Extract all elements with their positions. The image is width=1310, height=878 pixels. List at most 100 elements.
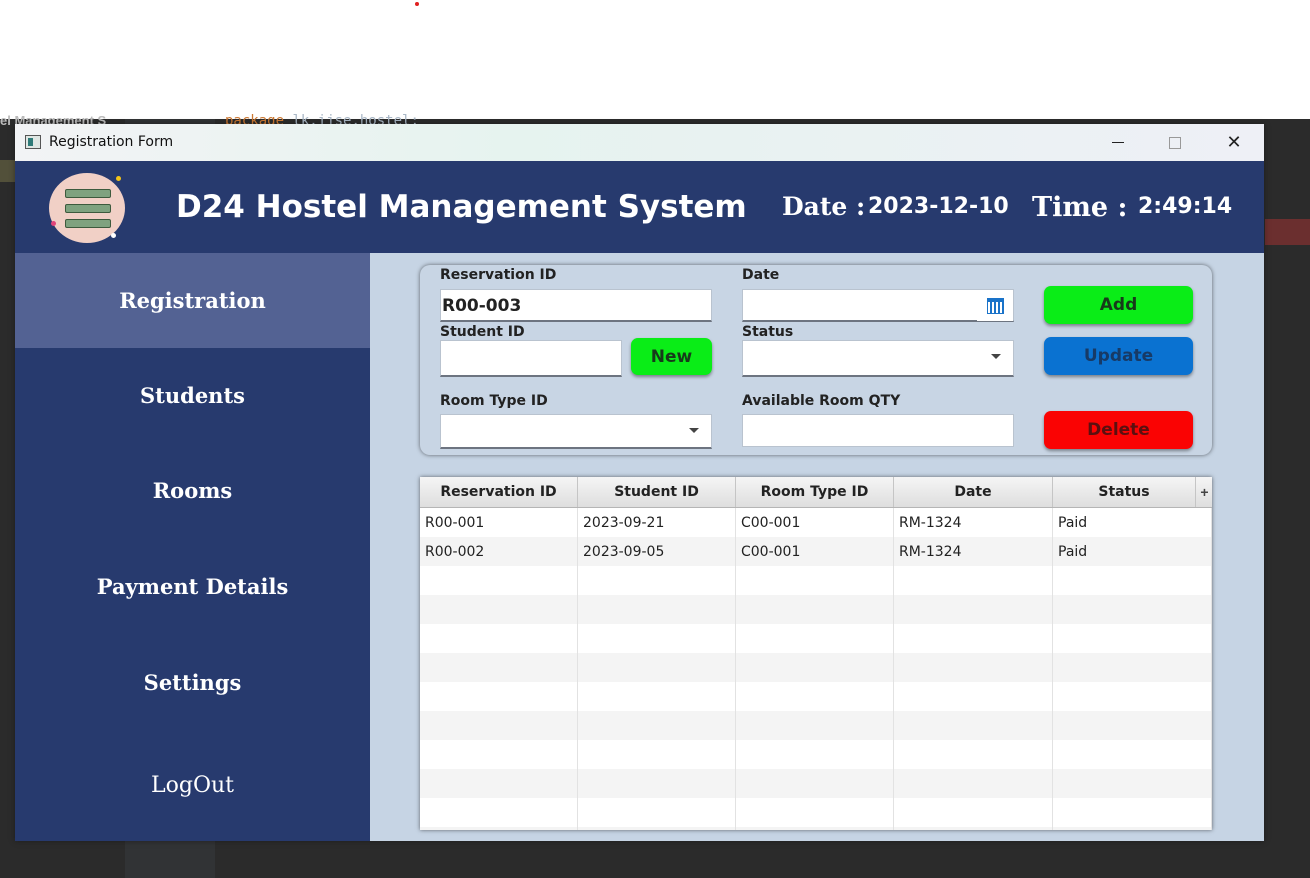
table-cell: [736, 740, 894, 769]
table-row[interactable]: [420, 595, 1212, 624]
registration-window: Registration Form ✕ D24 Hostel Managemen…: [15, 124, 1264, 841]
sidebar-item-students[interactable]: Students: [15, 348, 370, 443]
table-cell: [894, 682, 1053, 711]
column-header-date[interactable]: Date: [894, 477, 1053, 507]
column-header-reservation-id[interactable]: Reservation ID: [420, 477, 578, 507]
table-cell: [578, 740, 736, 769]
table-cell: [578, 566, 736, 595]
calendar-icon: [986, 297, 1004, 314]
table-row[interactable]: [420, 566, 1212, 595]
table-cell: [578, 595, 736, 624]
table-cell: [894, 769, 1053, 798]
date-value: 2023-12-10: [868, 194, 1009, 219]
student-id-field[interactable]: [440, 340, 622, 377]
table-row[interactable]: [420, 769, 1212, 798]
table-cell: [420, 827, 578, 830]
update-button[interactable]: Update: [1044, 337, 1193, 375]
table-cell: [1053, 566, 1212, 595]
table-cell: [894, 827, 1053, 830]
table-cell: [1053, 595, 1212, 624]
date-field-label: Date: [742, 267, 780, 283]
reservations-table[interactable]: Reservation ID Student ID Room Type ID D…: [420, 477, 1212, 830]
table-cell: [736, 566, 894, 595]
table-cell: [736, 653, 894, 682]
status-label: Status: [742, 324, 794, 340]
logo-bar: [65, 189, 111, 198]
column-menu-button[interactable]: +: [1195, 477, 1212, 507]
table-cell: [736, 595, 894, 624]
sidebar-item-settings[interactable]: Settings: [15, 635, 370, 730]
table-cell: [420, 682, 578, 711]
chevron-down-icon: [689, 428, 699, 433]
table-row[interactable]: [420, 682, 1212, 711]
column-header-room-type-id[interactable]: Room Type ID: [736, 477, 894, 507]
table-cell: 2023-09-21: [578, 508, 736, 537]
maximize-button[interactable]: [1146, 124, 1204, 161]
table-cell: [894, 711, 1053, 740]
table-cell: [1053, 624, 1212, 653]
app-window-icon: [25, 135, 41, 149]
sidebar-item-payment-details[interactable]: Payment Details: [15, 539, 370, 634]
table-cell: [736, 711, 894, 740]
minimize-button[interactable]: [1089, 124, 1147, 161]
student-id-label: Student ID: [440, 324, 525, 340]
new-button[interactable]: New: [631, 338, 712, 375]
table-cell: [420, 653, 578, 682]
table-cell: [420, 711, 578, 740]
room-type-id-label: Room Type ID: [440, 393, 548, 409]
table-cell: [736, 827, 894, 830]
table-cell: [894, 595, 1053, 624]
table-cell: [420, 624, 578, 653]
table-cell: C00-001: [736, 508, 894, 537]
ide-line-highlight: [0, 160, 16, 182]
minimize-icon: [1112, 142, 1124, 143]
table-cell: RM-1324: [894, 537, 1053, 566]
table-cell: [736, 624, 894, 653]
table-cell: RM-1324: [894, 508, 1053, 537]
table-cell: [578, 624, 736, 653]
add-button[interactable]: Add: [1044, 286, 1193, 324]
table-row[interactable]: [420, 798, 1212, 827]
table-cell: [894, 566, 1053, 595]
room-type-id-combobox[interactable]: [440, 414, 712, 449]
table-cell: R00-001: [420, 508, 578, 537]
table-cell: 2023-09-05: [578, 537, 736, 566]
reservation-form-card: Reservation ID R00-003 Date Student ID N…: [420, 265, 1212, 455]
calendar-button[interactable]: [977, 290, 1013, 321]
table-row[interactable]: R00-001 2023-09-21 C00-001 RM-1324 Paid: [420, 508, 1212, 537]
table-cell: [1053, 740, 1212, 769]
status-combobox[interactable]: [742, 340, 1014, 377]
table-cell: [1053, 798, 1212, 827]
table-row[interactable]: [420, 711, 1212, 740]
table-row[interactable]: [420, 740, 1212, 769]
available-room-qty-field[interactable]: [742, 414, 1014, 447]
reservation-id-field[interactable]: R00-003: [440, 289, 712, 322]
date-picker-field[interactable]: [742, 289, 1014, 322]
table-cell: [578, 682, 736, 711]
table-row[interactable]: [420, 827, 1212, 830]
close-button[interactable]: ✕: [1205, 124, 1263, 161]
table-row[interactable]: [420, 653, 1212, 682]
logo-sparkle: [116, 176, 121, 181]
logo-bar: [65, 219, 111, 228]
reservation-id-label: Reservation ID: [440, 267, 557, 283]
sidebar-item-rooms[interactable]: Rooms: [15, 443, 370, 538]
table-row[interactable]: R00-002 2023-09-05 C00-001 RM-1324 Paid: [420, 537, 1212, 566]
table-row[interactable]: [420, 624, 1212, 653]
table-header: Reservation ID Student ID Room Type ID D…: [420, 477, 1212, 508]
app-header: D24 Hostel Management System Date : 2023…: [15, 161, 1264, 253]
table-cell: [420, 740, 578, 769]
table-cell: [578, 711, 736, 740]
sidebar-item-registration[interactable]: Registration: [15, 253, 370, 348]
table-cell: [420, 769, 578, 798]
delete-button[interactable]: Delete: [1044, 411, 1193, 449]
table-cell: [1053, 711, 1212, 740]
table-cell: [1053, 769, 1212, 798]
column-header-status[interactable]: Status: [1053, 477, 1195, 507]
table-cell: [1053, 682, 1212, 711]
title-bar[interactable]: Registration Form ✕: [15, 124, 1264, 161]
sidebar-item-logout[interactable]: LogOut: [15, 738, 370, 833]
table-cell: R00-002: [420, 537, 578, 566]
column-header-student-id[interactable]: Student ID: [578, 477, 736, 507]
table-cell: [578, 653, 736, 682]
